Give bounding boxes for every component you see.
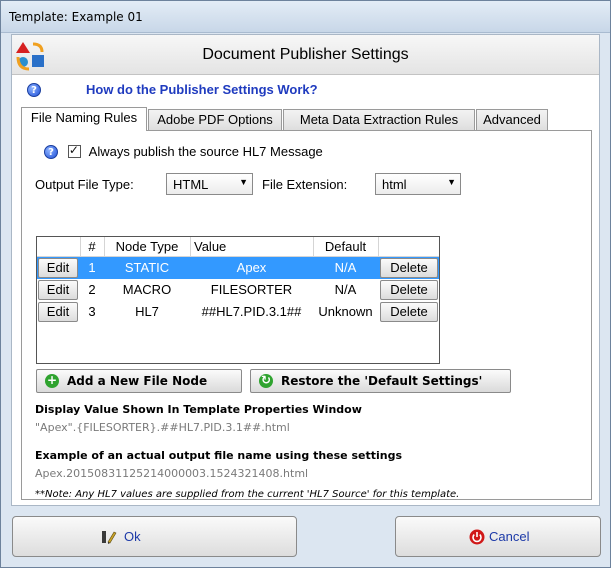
file-extension-label: File Extension: <box>262 177 348 192</box>
edit-pen-icon <box>102 531 117 544</box>
help-link[interactable]: How do the Publisher Settings Work? <box>86 82 406 97</box>
column-divider <box>190 237 191 257</box>
row-number: 2 <box>88 282 96 297</box>
add-file-node-button[interactable]: + Add a New File Node <box>36 369 242 393</box>
chevron-down-icon: ▼ <box>447 177 456 187</box>
dialog-title: Document Publisher Settings <box>202 46 409 63</box>
check-mark-icon: ✓ <box>68 143 79 157</box>
help-icon[interactable]: ? <box>27 82 41 97</box>
output-file-type-select[interactable]: HTML ▼ <box>166 173 253 195</box>
publish-option-row: ? ✓ Always publish the source HL7 Messag… <box>44 143 323 160</box>
dialog-window: Template: Example 01 Document Publisher … <box>0 0 611 568</box>
row-default: N/A <box>334 260 357 275</box>
add-file-node-label: Add a New File Node <box>67 374 208 388</box>
display-value-heading: Display Value Shown In Template Properti… <box>35 403 362 416</box>
row-node-type: STATIC <box>124 260 170 275</box>
edit-button[interactable]: Edit <box>38 258 78 278</box>
file-extension-select[interactable]: html ▼ <box>375 173 461 195</box>
row-number: 1 <box>88 260 96 275</box>
row-node-type: MACRO <box>122 282 172 297</box>
row-default: Unknown <box>318 304 373 319</box>
row-number: 3 <box>88 304 96 319</box>
example-heading: Example of an actual output file name us… <box>35 449 403 462</box>
row-value: FILESORTER <box>210 282 293 297</box>
hl7-note: **Note: Any HL7 values are supplied from… <box>35 489 460 500</box>
cancel-button[interactable]: Cancel <box>395 516 601 557</box>
file-node-grid: # Node Type Value Default Edit 1 STATIC … <box>36 236 440 364</box>
restore-default-settings-label: Restore the 'Default Settings' <box>281 374 483 388</box>
help-icon[interactable]: ? <box>44 144 58 159</box>
tab-meta-data-extraction-rules[interactable]: Meta Data Extraction Rules <box>283 109 475 130</box>
ok-button[interactable]: Ok <box>12 516 297 557</box>
tab-file-naming-rules[interactable]: File Naming Rules <box>21 107 147 131</box>
header-bar: Document Publisher Settings <box>12 35 599 75</box>
edit-button[interactable]: Edit <box>38 302 78 322</box>
delete-button[interactable]: Delete <box>380 302 438 322</box>
always-publish-checkbox[interactable]: ✓ <box>67 143 81 158</box>
tab-advanced[interactable]: Advanced <box>476 109 548 130</box>
output-file-type-label: Output File Type: <box>35 177 134 192</box>
delete-button[interactable]: Delete <box>380 280 438 300</box>
file-extension-value: html <box>382 177 407 192</box>
example-file-name: Apex.20150831125214000003.1524321408.htm… <box>35 467 309 480</box>
table-row[interactable]: Edit 1 STATIC Apex N/A Delete <box>37 257 439 279</box>
always-publish-label: Always publish the source HL7 Message <box>88 144 323 159</box>
refresh-icon: ↻ <box>259 373 273 388</box>
window-title: Template: Example 01 <box>9 10 143 24</box>
title-bar: Template: Example 01 <box>1 1 610 33</box>
column-header-default[interactable]: Default <box>313 239 378 254</box>
ok-label: Ok <box>124 529 141 544</box>
row-default: N/A <box>334 282 357 297</box>
output-file-type-value: HTML <box>173 177 209 192</box>
help-row: ? How do the Publisher Settings Work? <box>27 82 318 100</box>
power-icon <box>469 529 485 545</box>
display-value-text: "Apex".{FILESORTER}.##HL7.PID.3.1##.html <box>35 421 290 434</box>
row-value: ##HL7.PID.3.1## <box>201 304 302 319</box>
column-header-value[interactable]: Value <box>194 239 244 254</box>
tab-adobe-pdf-options[interactable]: Adobe PDF Options <box>148 109 282 130</box>
row-node-type: HL7 <box>135 304 159 319</box>
plus-circle-icon: + <box>45 373 59 388</box>
table-row[interactable]: Edit 3 HL7 ##HL7.PID.3.1## Unknown Delet… <box>37 301 439 323</box>
cancel-label: Cancel <box>489 529 530 544</box>
grid-header: # Node Type Value Default <box>37 237 439 257</box>
row-value: Apex <box>236 260 267 275</box>
table-row[interactable]: Edit 2 MACRO FILESORTER N/A Delete <box>37 279 439 301</box>
column-header-number[interactable]: # <box>80 239 104 254</box>
column-divider <box>378 237 379 257</box>
edit-button[interactable]: Edit <box>38 280 78 300</box>
file-naming-panel: ? ✓ Always publish the source HL7 Messag… <box>21 130 592 500</box>
chevron-down-icon: ▼ <box>239 177 248 187</box>
dialog-content: Document Publisher Settings ? How do the… <box>11 34 600 506</box>
restore-default-settings-button[interactable]: ↻ Restore the 'Default Settings' <box>250 369 511 393</box>
column-header-node-type[interactable]: Node Type <box>104 239 190 254</box>
delete-button[interactable]: Delete <box>380 258 438 278</box>
